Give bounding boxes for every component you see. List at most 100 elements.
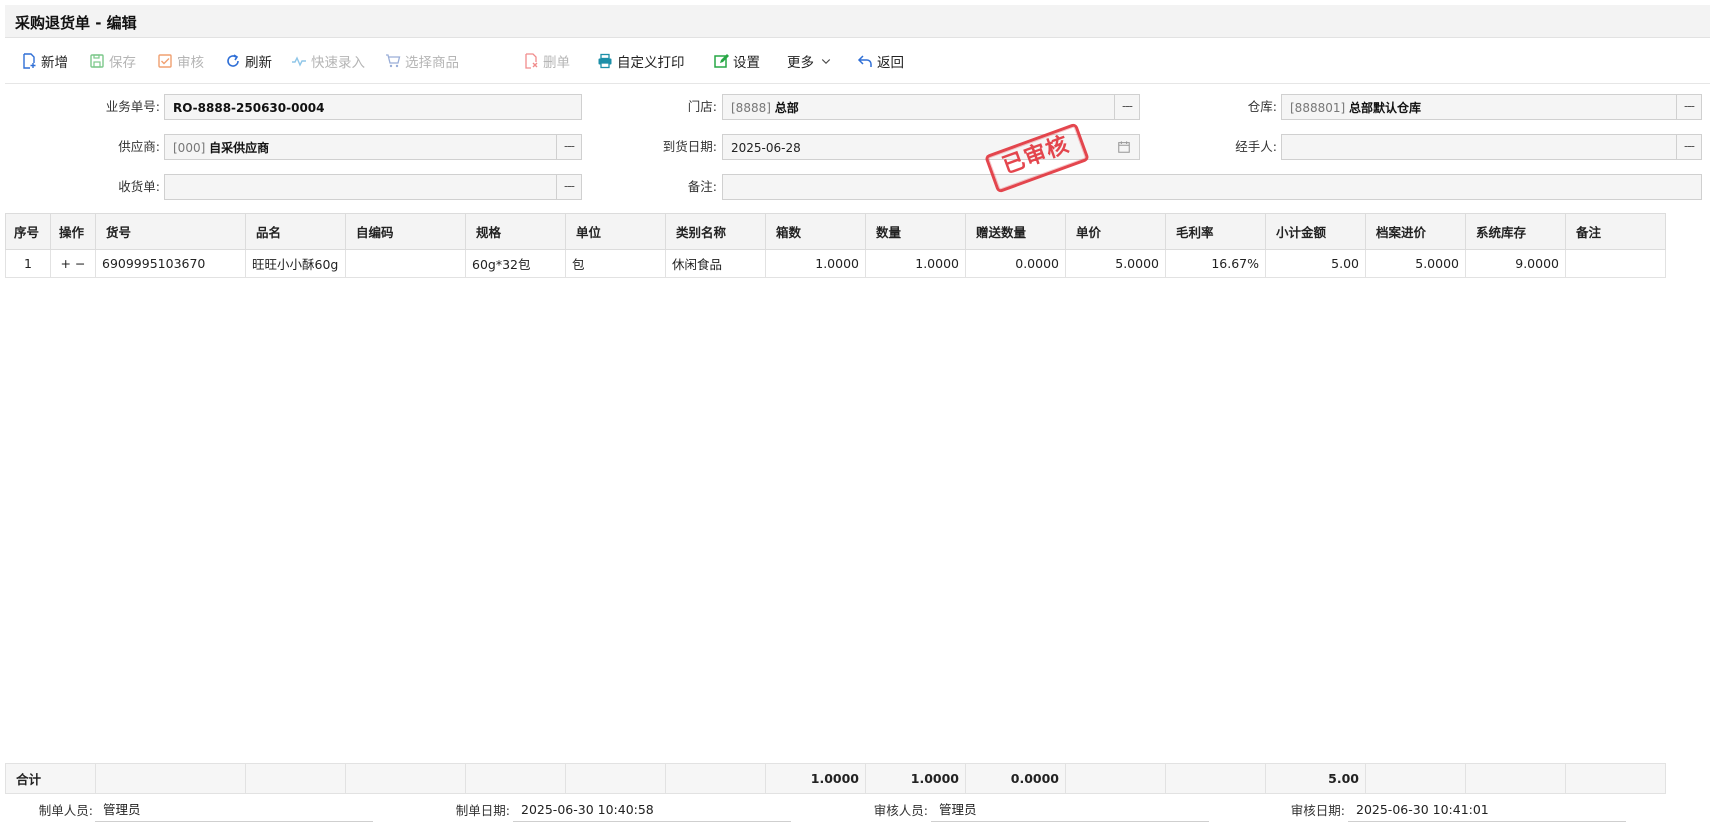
supplier-picker-button[interactable]: --- [556, 135, 581, 159]
add-remove-row-icons[interactable]: + − [61, 256, 86, 271]
cell-spec[interactable]: 60g*32包 [465, 249, 566, 278]
quick-entry-label: 快速录入 [311, 55, 365, 71]
back-button[interactable]: 返回 [857, 51, 904, 71]
table-row[interactable]: 1 + − 6909995103670 旺旺小小酥60g 60g*32包 包 休… [5, 249, 1666, 278]
audit-info-bar: 制单人员: 管理员 制单日期: 2025-06-30 10:40:58 审核人员… [5, 795, 1710, 828]
save-button[interactable]: 保存 [89, 51, 136, 71]
refresh-button[interactable]: 刷新 [225, 51, 272, 71]
cell-category[interactable]: 休闲食品 [665, 249, 766, 278]
remark-field[interactable] [722, 174, 1702, 200]
col-header[interactable]: 规格 [465, 213, 566, 250]
totals-table: 合计 1.0000 1.0000 0.0000 5.00 [5, 763, 1666, 794]
auditor-label: 审核人员: [873, 803, 928, 818]
audit-button[interactable]: 审核 [157, 51, 204, 71]
cell-boxes[interactable]: 1.0000 [765, 249, 866, 278]
handler-picker-button[interactable]: --- [1676, 135, 1701, 159]
cell-margin[interactable]: 16.67% [1165, 249, 1266, 278]
cell-sku[interactable]: 6909995103670 [95, 249, 246, 278]
col-header[interactable]: 赠送数量 [965, 213, 1066, 250]
save-icon [90, 54, 104, 68]
cell-qty[interactable]: 1.0000 [865, 249, 966, 278]
delete-doc-icon [525, 53, 538, 69]
new-label: 新增 [41, 55, 68, 71]
custom-print-button[interactable]: 自定义打印 [597, 51, 685, 71]
col-header[interactable]: 数量 [865, 213, 966, 250]
total-boxes: 1.0000 [765, 763, 866, 794]
back-label: 返回 [877, 55, 904, 71]
warehouse-name: 总部默认仓库 [1349, 101, 1422, 115]
col-header[interactable]: 备注 [1565, 213, 1666, 250]
goods-table: 序号 操作 货号 品名 自编码 规格 单位 类别名称 箱数 数量 赠送数量 单价… [5, 213, 1666, 278]
store-name: 总部 [774, 101, 799, 115]
edit-settings-icon [714, 54, 729, 68]
cell-cost[interactable]: 5.0000 [1365, 249, 1466, 278]
maker-label: 制单人员: [38, 803, 93, 818]
total-qty: 1.0000 [865, 763, 966, 794]
auditor-value: 管理员 [931, 799, 1209, 822]
chevron-down-icon [821, 59, 831, 65]
col-header[interactable]: 单位 [565, 213, 666, 250]
warehouse-picker-button[interactable]: --- [1676, 95, 1701, 119]
col-header[interactable]: 档案进价 [1365, 213, 1466, 250]
grid-header-row: 序号 操作 货号 品名 自编码 规格 单位 类别名称 箱数 数量 赠送数量 单价… [5, 213, 1666, 250]
calendar-icon[interactable] [1117, 140, 1131, 154]
cell-unit[interactable]: 包 [565, 249, 666, 278]
more-dropdown[interactable]: 更多 [787, 51, 836, 71]
cell-name[interactable]: 旺旺小小酥60g [245, 249, 346, 278]
col-header[interactable]: 操作 [50, 213, 96, 250]
col-header[interactable]: 毛利率 [1165, 213, 1266, 250]
store-field[interactable]: [8888] 总部 --- [722, 94, 1140, 120]
col-header[interactable]: 系统库存 [1465, 213, 1566, 250]
pulse-icon [292, 56, 306, 67]
store-picker-button[interactable]: --- [1114, 95, 1139, 119]
warehouse-field[interactable]: [888801] 总部默认仓库 --- [1281, 94, 1702, 120]
cart-icon [386, 54, 401, 68]
custom-print-label: 自定义打印 [617, 55, 685, 71]
edit-window: 采购退货单 - 编辑 新增 保存 审核 刷新 快速录入 选择商品 删单 自定义打… [5, 5, 1710, 828]
cell-self-code[interactable] [345, 249, 466, 278]
receipt-label: 收货单: [118, 179, 160, 194]
cell-subtotal[interactable]: 5.00 [1265, 249, 1366, 278]
store-code: [8888] [731, 101, 771, 115]
settings-button[interactable]: 设置 [713, 51, 760, 71]
row-ops[interactable]: + − [50, 249, 96, 278]
cell-gift-qty[interactable]: 0.0000 [965, 249, 1066, 278]
handler-field[interactable]: --- [1281, 134, 1702, 160]
save-label: 保存 [109, 55, 136, 71]
col-header[interactable]: 类别名称 [665, 213, 766, 250]
col-header[interactable]: 货号 [95, 213, 246, 250]
doc-no-field[interactable]: RO-8888-250630-0004 [164, 94, 582, 120]
refresh-icon [227, 54, 239, 67]
quick-entry-button[interactable]: 快速录入 [291, 51, 365, 71]
warehouse-code: [888801] [1290, 101, 1346, 115]
cell-stock[interactable]: 9.0000 [1465, 249, 1566, 278]
print-icon [598, 53, 612, 69]
arrival-date-value: 2025-06-28 [731, 141, 801, 155]
receipt-picker-button[interactable]: --- [556, 175, 581, 199]
supplier-field[interactable]: [000] 自采供应商 --- [164, 134, 582, 160]
supplier-name: 自采供应商 [209, 141, 270, 155]
select-goods-label: 选择商品 [405, 55, 459, 71]
col-header[interactable]: 自编码 [345, 213, 466, 250]
delete-doc-button[interactable]: 删单 [523, 51, 570, 71]
make-date-value: 2025-06-30 10:40:58 [513, 799, 791, 822]
title-bar: 采购退货单 - 编辑 [5, 5, 1710, 38]
toolbar: 新增 保存 审核 刷新 快速录入 选择商品 删单 自定义打印 设置 更多 返回 [5, 38, 1710, 84]
make-date-label: 制单日期: [455, 803, 510, 818]
receipt-field[interactable]: --- [164, 174, 582, 200]
audit-date-value: 2025-06-30 10:41:01 [1348, 799, 1626, 822]
cell-note[interactable] [1565, 249, 1666, 278]
maker-value: 管理员 [95, 799, 373, 822]
audit-check-icon [158, 54, 172, 68]
arrival-date-label: 到货日期: [662, 139, 717, 154]
col-header[interactable]: 小计金额 [1265, 213, 1366, 250]
col-header[interactable]: 箱数 [765, 213, 866, 250]
col-header[interactable]: 序号 [5, 213, 51, 250]
new-button[interactable]: 新增 [21, 51, 68, 71]
col-header[interactable]: 单价 [1065, 213, 1166, 250]
select-goods-button[interactable]: 选择商品 [385, 51, 459, 71]
window-title: 采购退货单 - 编辑 [15, 14, 137, 32]
col-header[interactable]: 品名 [245, 213, 346, 250]
cell-price[interactable]: 5.0000 [1065, 249, 1166, 278]
supplier-label: 供应商: [118, 139, 160, 154]
